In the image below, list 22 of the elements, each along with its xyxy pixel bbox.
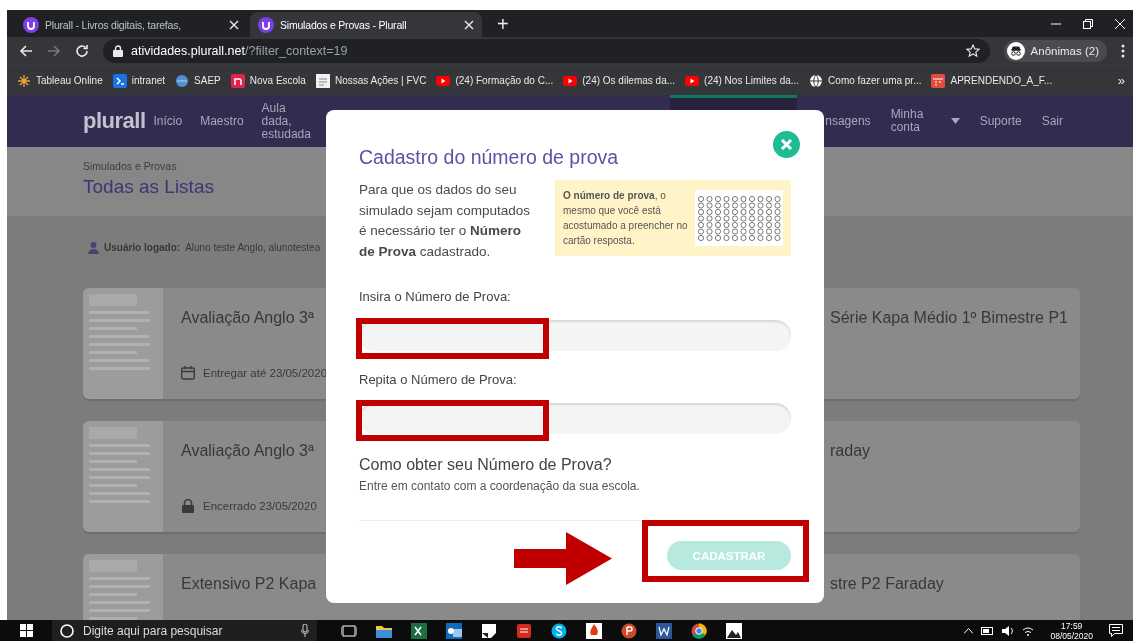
- info-text: O número de prova, o mesmo que você está acostumado a preencher no cartão resposta.: [563, 189, 689, 248]
- url-host: atividades.plurall.net: [131, 44, 245, 58]
- help-title: Como obter seu Número de Prova?: [359, 455, 613, 475]
- card-title: raday: [830, 442, 872, 460]
- due-date: Entregar até 23/05/2020: [203, 367, 328, 379]
- help-text: Entre em contato com a coordenação da sua escola.: [359, 478, 641, 495]
- modal-title: Cadastro do número de prova: [359, 146, 620, 168]
- page-heading: Todas as Listas: [83, 176, 214, 198]
- url-path: /?filter_context=19: [244, 44, 348, 58]
- card-title: Avaliação Anglo 3ª: [181, 442, 315, 460]
- field-label: Repita o Número de Prova:: [359, 371, 518, 389]
- field-label: Insira o Número de Prova:: [359, 288, 512, 306]
- user-label: Usuário logado:: [104, 242, 181, 253]
- clock-time: 17:59: [1061, 620, 1083, 631]
- card-title: Avaliação Anglo 3ª: [181, 309, 315, 327]
- clock-date: 08/05/2020: [1050, 630, 1093, 641]
- card-title: Série Kapa Médio 1º Bimestre P1: [830, 309, 1069, 327]
- card-title: stre P2 Faraday: [830, 575, 945, 593]
- card-title: Extensivo P2 Kapa: [181, 575, 318, 593]
- due-date: Encerrado 23/05/2020: [203, 500, 317, 512]
- user-name: Aluno teste Anglo, alunotestea: [185, 242, 321, 253]
- intro-text: Para que os dados do seu simulado sejam computados é necessário ter o Número de Prova cadastrado.: [359, 181, 532, 261]
